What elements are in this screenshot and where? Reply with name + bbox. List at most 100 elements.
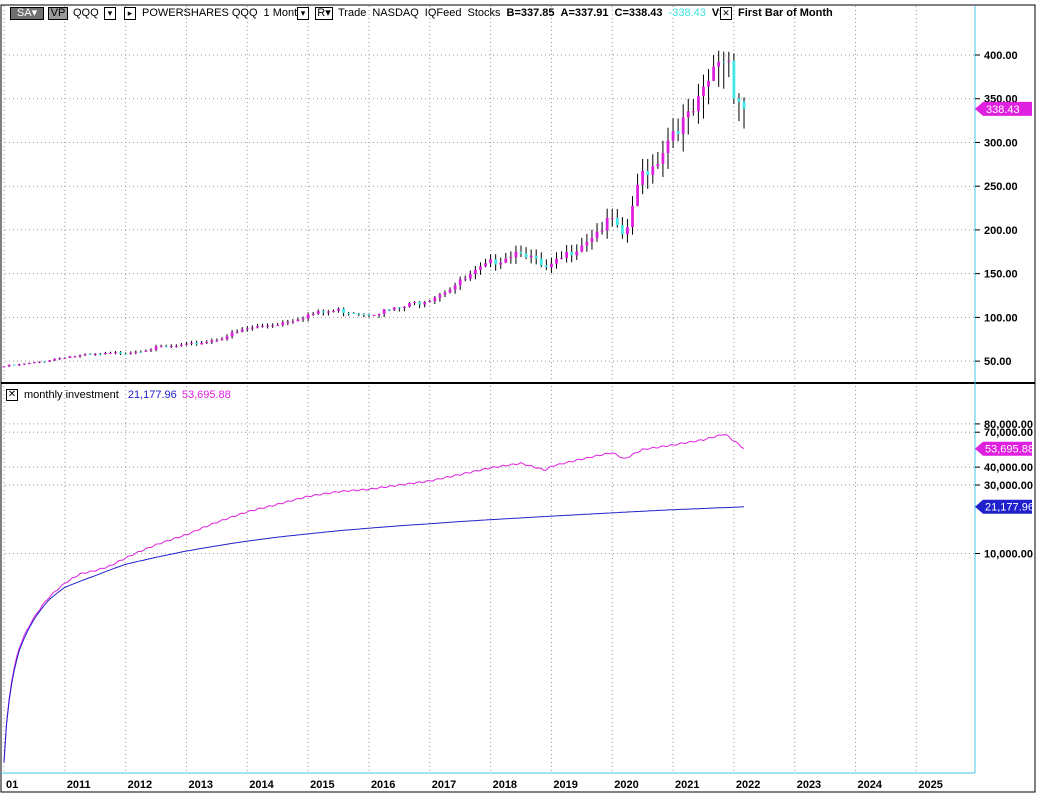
candle-body <box>301 318 305 320</box>
candle-body <box>717 61 721 67</box>
candle-body <box>473 269 477 274</box>
description-label: POWERSHARES QQQ <box>142 7 258 19</box>
sa-button[interactable]: SA▾ <box>10 7 44 20</box>
candle-body <box>722 61 726 63</box>
candle-body <box>448 289 452 293</box>
candle-body <box>205 342 209 344</box>
candle-body <box>463 278 467 280</box>
candle-body <box>347 312 351 314</box>
interval-dropdown-icon[interactable]: ▸ <box>124 7 136 20</box>
candle-body <box>504 258 508 263</box>
candle-body <box>291 321 295 323</box>
candle-body <box>195 342 199 345</box>
candle-body <box>200 342 204 345</box>
x-tick-label: 2015 <box>310 779 334 791</box>
x-tick-label: 2020 <box>614 779 638 791</box>
candle-body <box>686 111 690 118</box>
toolbar-info: POWERSHARES QQQ 1 Month <box>142 7 309 20</box>
candle-body <box>180 344 183 346</box>
candle-body <box>550 263 553 268</box>
candle-body <box>377 313 381 315</box>
candle-body <box>139 351 143 353</box>
candle-body <box>27 362 31 364</box>
indicator-name: monthly investment <box>24 389 119 401</box>
indicator-tick-label: 10,000.00 <box>984 548 1033 560</box>
candle-body <box>68 356 72 358</box>
candle-body <box>98 354 102 356</box>
candle-body <box>433 297 437 302</box>
indicator-value-blue: 21,177.96 <box>127 389 177 401</box>
candle-body <box>707 80 710 87</box>
candle-body <box>129 352 133 354</box>
candle-body <box>656 163 660 167</box>
candle-body <box>580 245 584 252</box>
candle-body <box>732 60 736 99</box>
x-tick-label: 2016 <box>371 779 395 791</box>
candle-body <box>114 352 117 354</box>
candle-body <box>17 363 21 366</box>
r-button[interactable]: R▾ <box>315 7 333 20</box>
candle-body <box>337 308 340 311</box>
candle-body <box>43 361 46 363</box>
indicator-header: monthly investment 21,177.96 53,695.88 <box>24 389 231 402</box>
candle-body <box>321 311 325 313</box>
sa-label: SA <box>16 7 32 19</box>
blue-value-label: 21,177.96 <box>985 502 1034 514</box>
r-label: R <box>317 7 326 19</box>
candle-body <box>119 352 122 354</box>
candle-body <box>2 366 6 368</box>
candle-body <box>560 257 563 259</box>
candle-body <box>509 257 513 259</box>
candle-body <box>615 217 619 226</box>
candle-body <box>271 325 275 327</box>
candle-body <box>534 255 538 259</box>
x-tick-label: 2025 <box>918 779 942 791</box>
candle-body <box>702 86 705 97</box>
x-tick-label: 2013 <box>188 779 212 791</box>
candle-body <box>326 311 330 313</box>
indicator-close-icon[interactable]: ✕ <box>6 389 18 401</box>
candle-body <box>494 259 498 265</box>
symbol-dropdown-icon[interactable]: ▾ <box>104 7 116 20</box>
indicator-tick-label: 30,000.00 <box>984 480 1033 492</box>
candle-body <box>352 312 356 314</box>
candle-body <box>641 170 645 185</box>
candle-body <box>661 153 665 164</box>
candle-body <box>727 60 731 62</box>
x-tick-label: 2023 <box>797 779 821 791</box>
candle-body <box>555 258 558 264</box>
price-tick-label: 50.00 <box>984 356 1012 368</box>
interval-menu-icon[interactable]: ▾ <box>297 7 309 20</box>
candle-body <box>93 354 97 356</box>
candle-body <box>737 98 741 102</box>
candle-body <box>595 231 599 238</box>
candle-body <box>210 340 214 343</box>
candle-body <box>83 354 87 356</box>
candle-body <box>372 314 376 316</box>
candle-body <box>413 302 416 304</box>
vp-button[interactable]: VP <box>48 7 68 20</box>
x-tick-label: 2012 <box>128 779 152 791</box>
candle-body <box>458 279 462 286</box>
candle-body <box>691 111 695 113</box>
candle-body <box>438 294 442 298</box>
candle-body <box>468 273 472 279</box>
candle-body <box>484 263 487 267</box>
bid-label: B=337.85 <box>506 7 555 19</box>
candle-body <box>103 352 107 355</box>
candle-body <box>610 217 614 219</box>
candle-body <box>332 310 335 312</box>
first-bar-close-icon[interactable]: ✕ <box>720 7 732 20</box>
candle-body <box>575 251 579 256</box>
candle-body <box>519 251 523 254</box>
indicator-tick-label: 40,000.00 <box>984 462 1033 474</box>
candle-body <box>742 101 746 109</box>
close-label: C=338.43 <box>614 7 663 19</box>
price-tick-label: 100.00 <box>984 312 1018 324</box>
candle-body <box>636 184 639 206</box>
candle-body <box>600 230 604 232</box>
x-tick-label: 2017 <box>432 779 456 791</box>
candle-body <box>240 329 244 332</box>
candle-body <box>109 352 112 354</box>
symbol-label[interactable]: QQQ <box>73 7 99 20</box>
